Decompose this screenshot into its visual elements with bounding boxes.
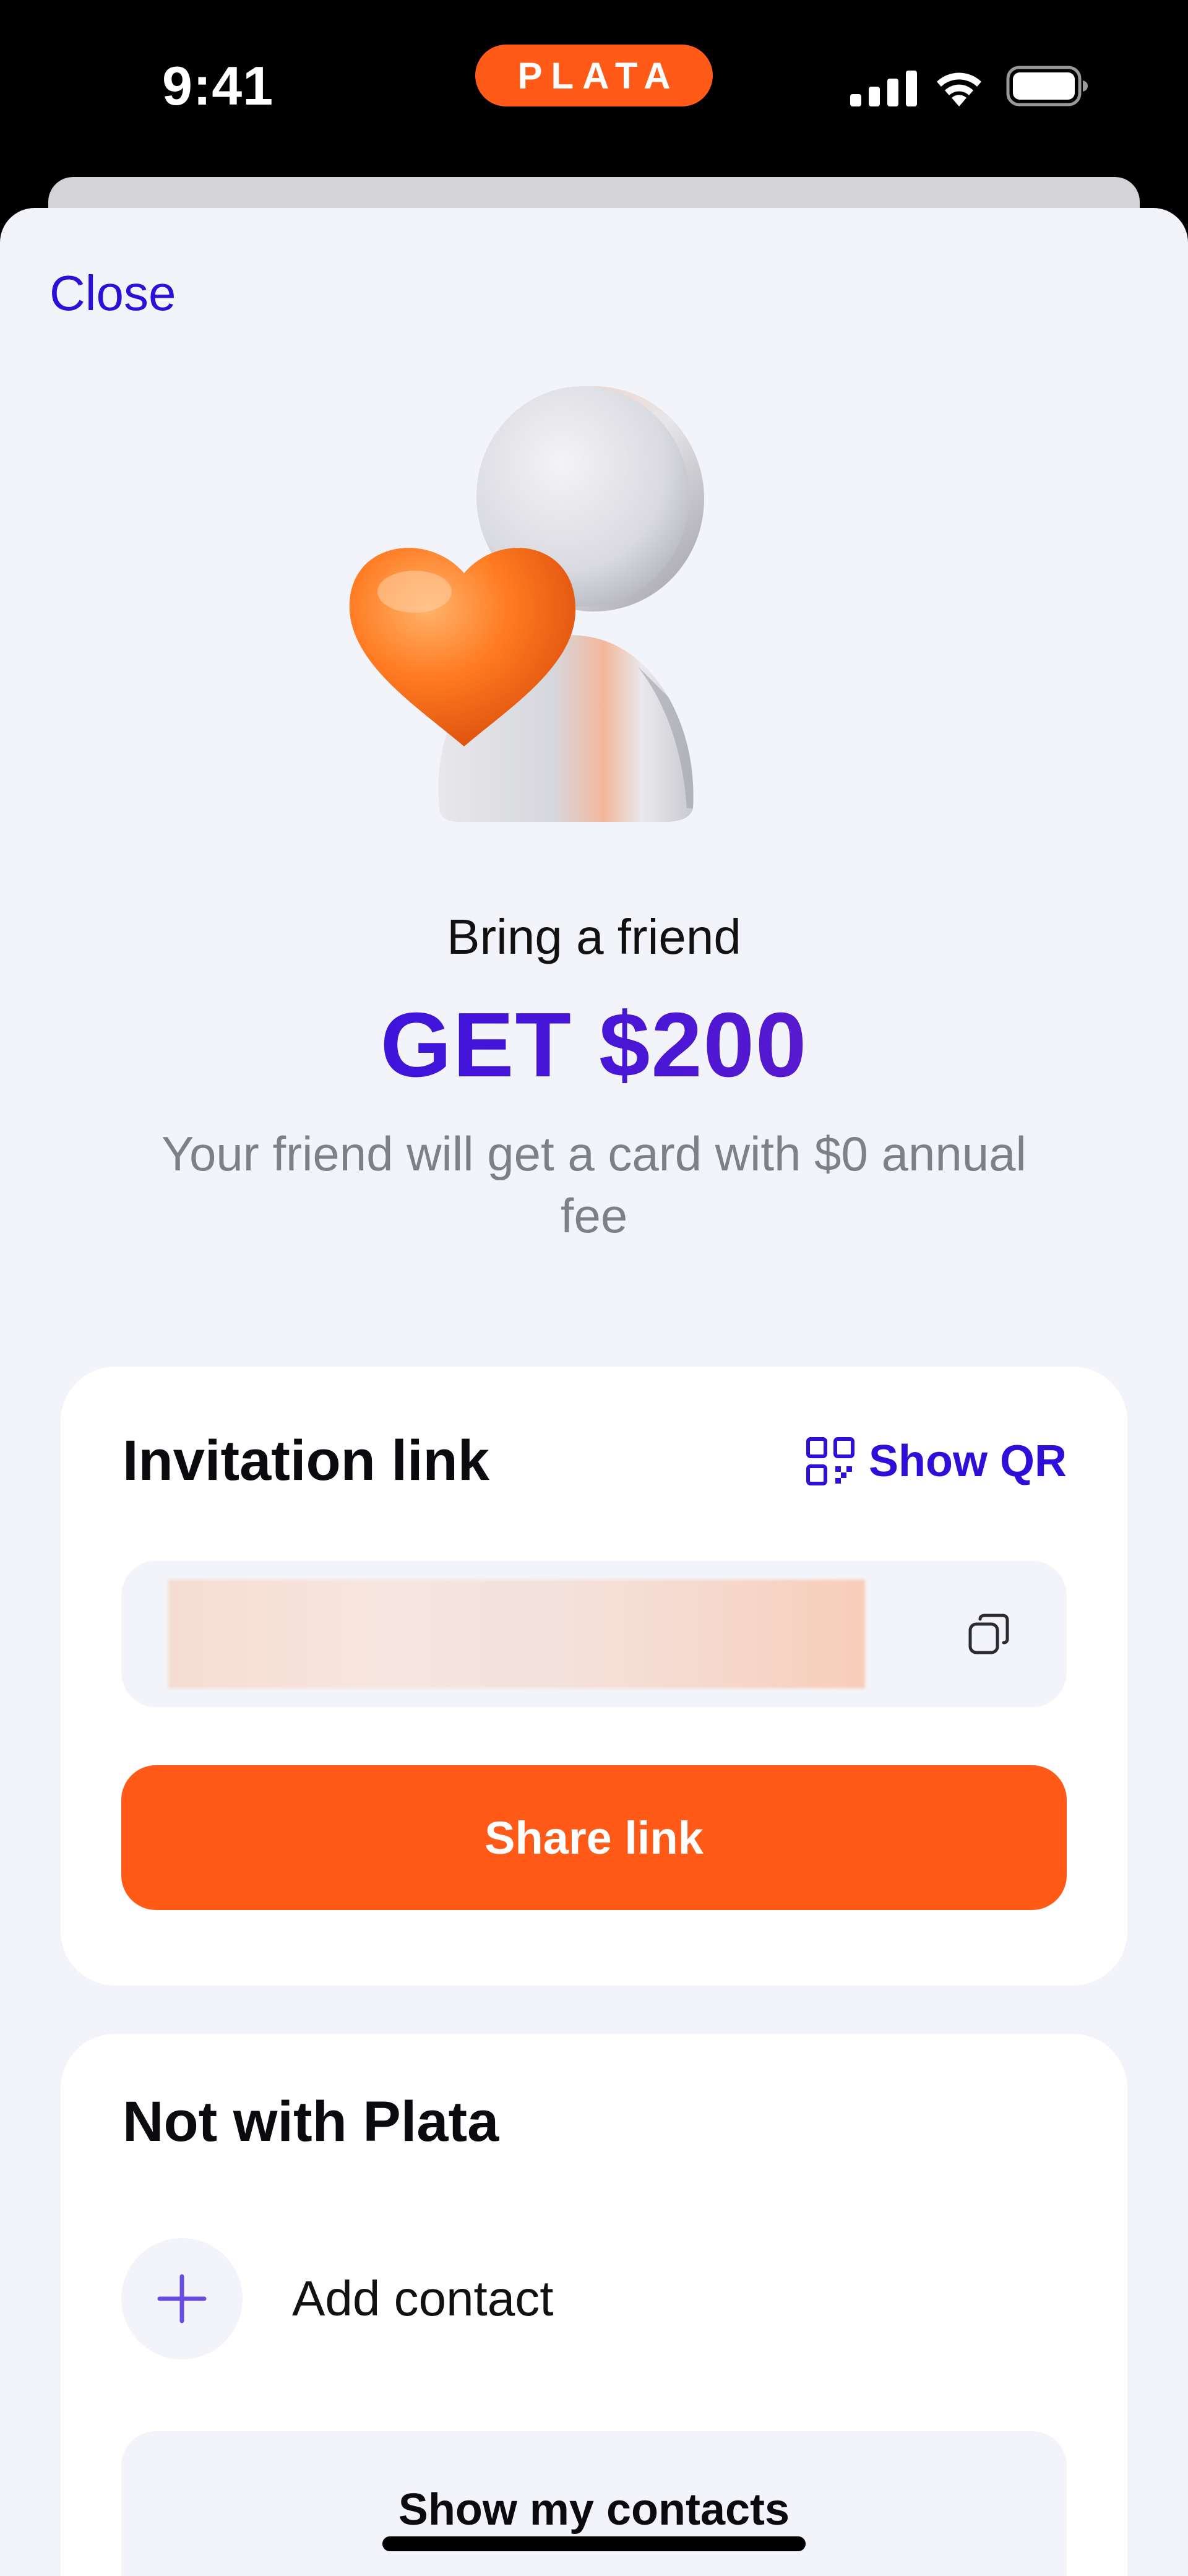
invite-sheet: Close Bring a friend GET $200 Your frien…: [0, 208, 1188, 2576]
brand-name: PLATA: [517, 54, 679, 97]
not-with-plata-title: Not with Plata: [123, 2090, 499, 2153]
copy-icon[interactable]: [966, 1612, 1011, 1656]
plus-icon: [157, 2274, 207, 2323]
invitation-title: Invitation link: [123, 1429, 489, 1492]
not-with-plata-card: Not with Plata Add contact Show my conta…: [61, 2034, 1127, 2576]
qr-code-icon: [806, 1437, 854, 1485]
reward-headline: GET $200: [0, 993, 1188, 1098]
invitation-link-field[interactable]: [121, 1561, 1067, 1707]
invitation-card: Invitation link Show QR Share link: [61, 1367, 1127, 1986]
close-button[interactable]: Close: [50, 265, 176, 322]
add-contact-row[interactable]: Add contact: [121, 2238, 1067, 2359]
share-link-label: Share link: [484, 1812, 704, 1864]
status-icons: [850, 64, 1089, 109]
cellular-signal-icon: [850, 71, 917, 106]
bring-friend-text: Bring a friend: [447, 909, 741, 964]
brand-pill: PLATA: [475, 45, 713, 106]
add-contact-label: Add contact: [292, 2271, 554, 2326]
show-qr-label: Show QR: [869, 1437, 1067, 1486]
home-indicator: [382, 2536, 806, 2551]
status-time: 9:41: [162, 55, 274, 116]
friend-heart-illustration: [349, 386, 704, 822]
show-my-contacts-button[interactable]: Show my contacts: [121, 2431, 1067, 2576]
wifi-icon: [937, 72, 981, 106]
status-bar: 9:41 PLATA: [0, 0, 1188, 186]
show-my-contacts-label: Show my contacts: [398, 2485, 790, 2535]
reward-subtitle: Your friend will get a card with $0 annu…: [161, 1126, 1027, 1243]
add-contact-circle[interactable]: [121, 2238, 243, 2359]
show-qr-button[interactable]: Show QR: [806, 1436, 1067, 1487]
battery-icon: [1006, 66, 1088, 106]
share-link-button[interactable]: Share link: [121, 1765, 1067, 1910]
invitation-link-value: [168, 1580, 865, 1688]
